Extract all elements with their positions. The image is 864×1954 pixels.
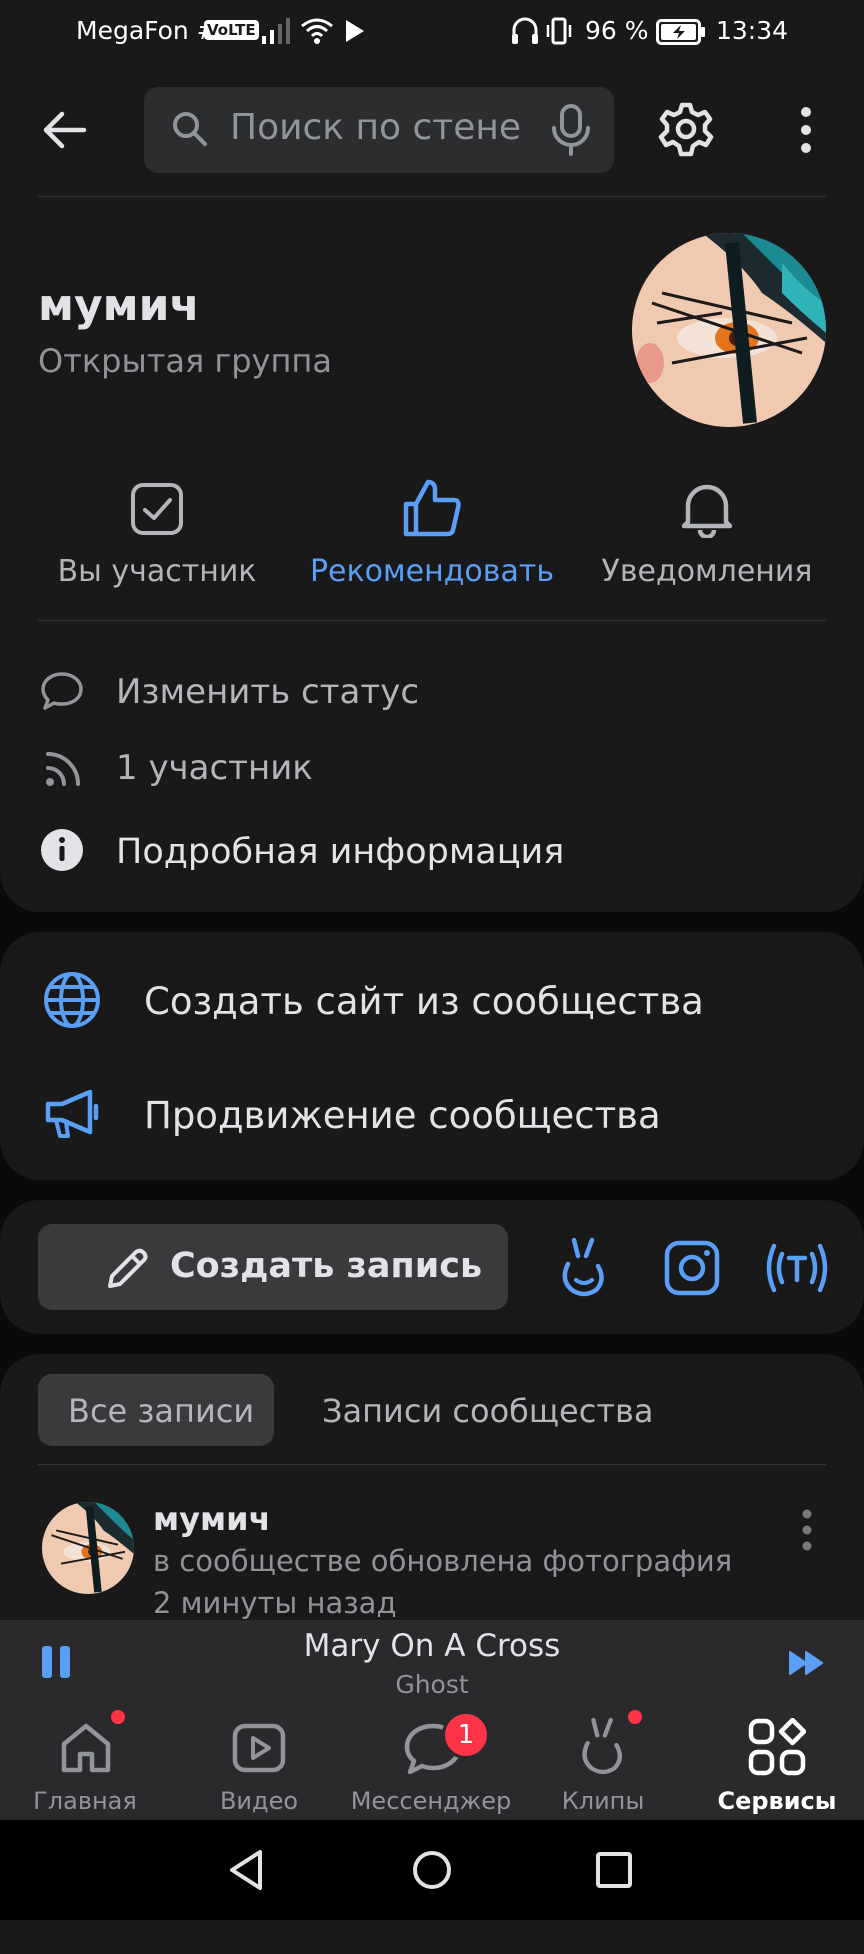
create-site-link[interactable]: Создать сайт из сообщества (144, 980, 704, 1023)
globe-icon (42, 970, 102, 1030)
signal-icon (262, 18, 292, 44)
post-author-avatar[interactable] (42, 1502, 134, 1594)
promotion-link[interactable]: Продвижение сообщества (144, 1094, 661, 1137)
detailed-info-link[interactable]: Подробная информация (116, 832, 564, 872)
volte-badge: VoLTE (204, 20, 259, 40)
group-avatar[interactable] (632, 233, 826, 427)
post-more-icon[interactable] (800, 1508, 814, 1552)
create-post-label: Создать запись (170, 1246, 483, 1286)
edit-status-link[interactable]: Изменить статус (116, 672, 419, 712)
battery-icon (656, 18, 706, 46)
megaphone-icon (44, 1088, 102, 1140)
recommend-button[interactable]: Рекомендовать (302, 554, 562, 589)
headphones-icon (510, 16, 540, 46)
clips-tab-icon[interactable] (578, 1716, 628, 1776)
group-type: Открытая группа (38, 342, 332, 380)
pencil-icon (104, 1246, 150, 1292)
broadcast-icon[interactable] (762, 1240, 832, 1296)
instagram-icon[interactable] (664, 1240, 720, 1296)
tab-all-posts-label: Все записи (68, 1392, 255, 1430)
speech-bubble-icon (40, 670, 84, 712)
clips-icon[interactable] (558, 1236, 610, 1298)
home-icon[interactable] (58, 1720, 114, 1776)
members-count[interactable]: 1 участник (116, 748, 313, 788)
clock: 13:34 (716, 16, 789, 45)
rss-members-icon (44, 748, 84, 788)
tab-video[interactable]: Видео (164, 1787, 354, 1815)
system-home-icon[interactable] (412, 1850, 452, 1890)
tabs-divider (38, 1464, 826, 1465)
play-status-icon (344, 18, 366, 44)
post-text: в сообществе обновлена фотография (153, 1544, 733, 1578)
gear-icon[interactable] (656, 100, 716, 160)
system-back-icon[interactable] (226, 1848, 266, 1892)
member-status-button[interactable]: Вы участник (27, 554, 287, 589)
search-placeholder: Поиск по стене (230, 107, 522, 148)
vibrate-icon (544, 16, 574, 46)
wifi-icon (300, 16, 334, 44)
track-title: Mary On A Cross (303, 1628, 561, 1664)
search-icon (170, 109, 210, 149)
tab-services[interactable]: Сервисы (682, 1787, 864, 1815)
group-name: мумич (38, 280, 200, 331)
member-checkbox-icon[interactable] (130, 482, 184, 536)
bell-icon[interactable] (680, 480, 734, 538)
post-author-name[interactable]: мумич (153, 1500, 271, 1538)
info-icon (40, 828, 84, 872)
tab-home[interactable]: Главная (0, 1787, 180, 1815)
thumbs-up-icon[interactable] (402, 478, 462, 538)
more-vertical-icon[interactable] (796, 106, 816, 154)
track-artist: Ghost (395, 1670, 469, 1699)
tab-clips[interactable]: Клипы (508, 1787, 698, 1815)
microphone-icon[interactable] (550, 104, 592, 156)
tab-messenger[interactable]: Мессенджер (336, 1787, 526, 1815)
next-track-icon[interactable] (788, 1650, 826, 1676)
notifications-button[interactable]: Уведомления (577, 554, 837, 589)
services-grid-icon[interactable] (748, 1718, 806, 1776)
community-services-card (0, 932, 864, 1180)
video-icon[interactable] (231, 1720, 287, 1776)
system-recents-icon[interactable] (596, 1852, 632, 1888)
actions-divider (38, 620, 826, 621)
post-time: 2 минуты назад (153, 1586, 397, 1620)
home-notification-dot (111, 1710, 125, 1724)
tab-community-posts[interactable]: Записи сообщества (322, 1392, 653, 1430)
header-divider (38, 196, 826, 197)
messenger-badge: 1 (442, 1711, 490, 1759)
battery-level: 96 % (585, 16, 649, 45)
back-arrow-icon[interactable] (38, 104, 90, 156)
clips-notification-dot (628, 1710, 642, 1724)
